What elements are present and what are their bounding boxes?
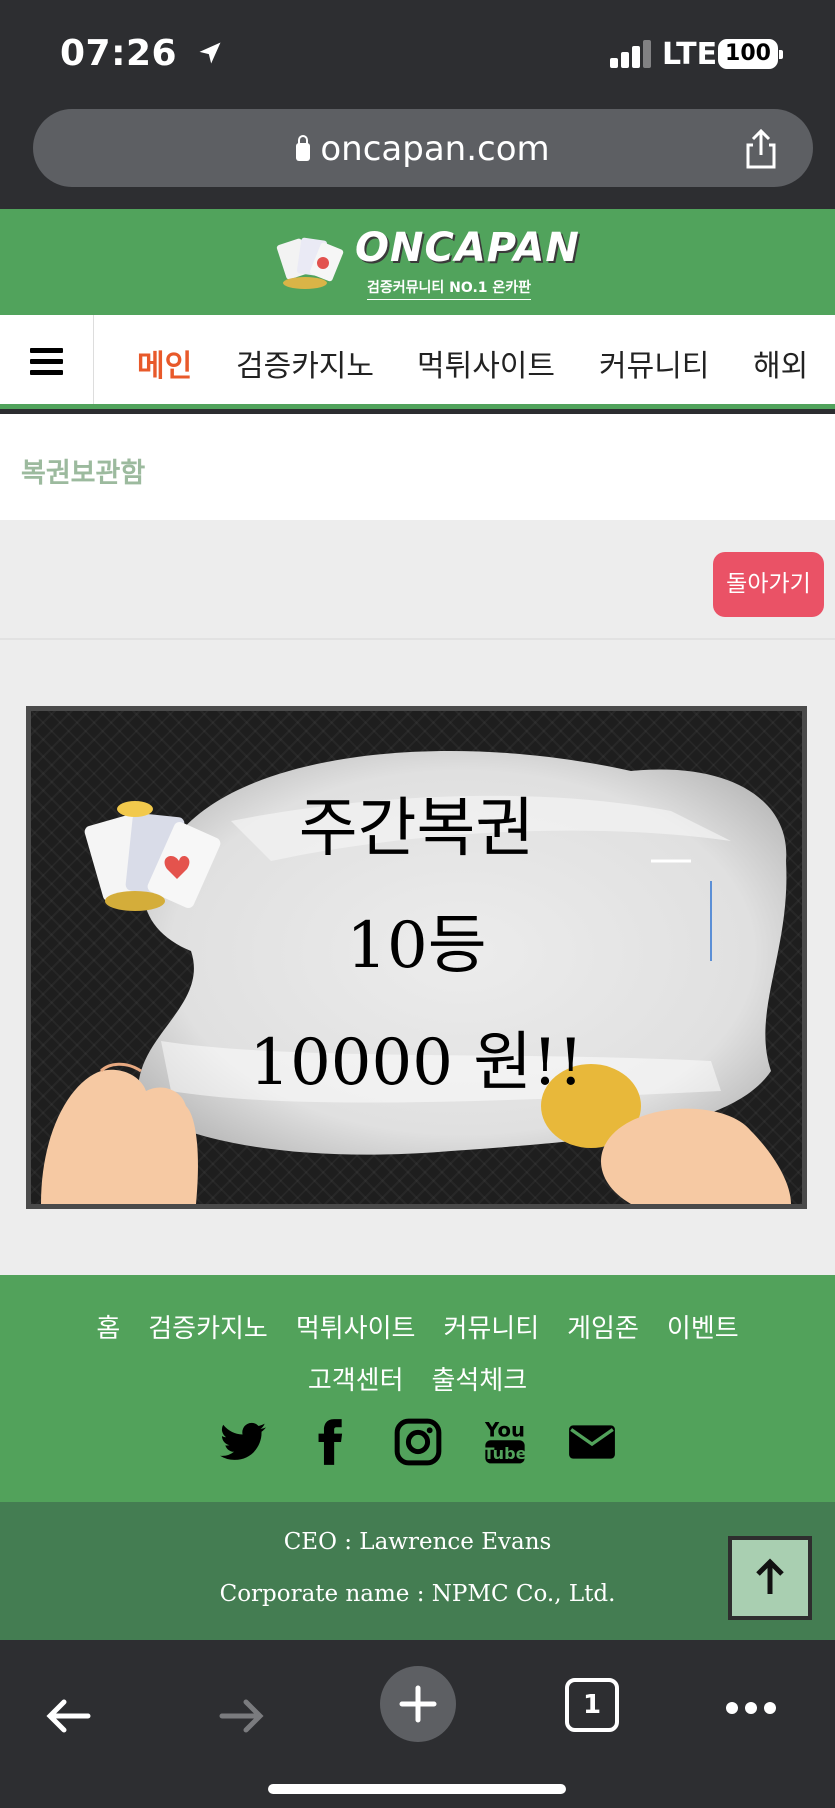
footer-links-row1: 홈 검증카지노 먹튀사이트 커뮤니티 게임존 이벤트 (0, 1303, 835, 1355)
nav-item-verified-casino[interactable]: 검증카지노 (236, 341, 374, 385)
footer-link-scam-sites[interactable]: 먹튀사이트 (296, 1314, 416, 1344)
menu-icon[interactable] (0, 315, 94, 404)
forward-arrow-icon[interactable] (214, 1688, 270, 1744)
footer-link-events[interactable]: 이벤트 (667, 1314, 739, 1344)
nav-item-main[interactable]: 메인 (137, 341, 192, 385)
social-links: You Tube (0, 1417, 835, 1467)
browser-toolbar: 1 (0, 1640, 835, 1808)
share-icon[interactable] (739, 127, 783, 171)
mail-icon[interactable] (567, 1417, 617, 1467)
url-text: oncapan.com (320, 129, 550, 169)
footer-company-info: CEO : Lawrence Evans Corporate name : NP… (0, 1502, 835, 1640)
page-title-bar: 복권보관함 (0, 414, 835, 520)
footer-link-home[interactable]: 홈 (96, 1314, 120, 1344)
footer-links: 홈 검증카지노 먹튀사이트 커뮤니티 게임존 이벤트 고객센터 출석체크 (0, 1303, 835, 1407)
footer-links-area: 홈 검증카지노 먹튀사이트 커뮤니티 게임존 이벤트 고객센터 출석체크 You Tube (0, 1275, 835, 1502)
banner-line-title: 주간복권 (298, 792, 535, 866)
cards-logo-icon (276, 237, 344, 289)
arrow-up-icon (756, 1558, 784, 1594)
address-bar-area: oncapan.com (0, 105, 835, 209)
corporate-name-text: Corporate name : NPMC Co., Ltd. (219, 1581, 616, 1607)
address-bar[interactable]: oncapan.com (33, 109, 813, 187)
site-logo[interactable]: ONCAPAN 검증커뮤니티 NO.1 온카판 (275, 225, 579, 301)
instagram-icon[interactable] (393, 1417, 443, 1467)
status-time: 07:26 (60, 33, 224, 74)
more-icon[interactable] (724, 1700, 778, 1716)
logo-text: ONCAPAN (355, 225, 580, 271)
signal-icon (610, 38, 651, 68)
back-button[interactable]: 돌아가기 (713, 552, 824, 617)
footer-link-verified-casino[interactable]: 검증카지노 (148, 1314, 268, 1344)
nav-item-scam-sites[interactable]: 먹튀사이트 (417, 341, 555, 385)
nav-item-community[interactable]: 커뮤니티 (599, 341, 709, 385)
ticket-panel: 주간복권 10등 10000 원!! (0, 638, 835, 1275)
new-tab-icon[interactable] (378, 1664, 458, 1744)
status-bar: 07:26 LTE 100 (0, 0, 835, 105)
lottery-banner: 주간복권 10등 10000 원!! (26, 706, 807, 1209)
site-header: ONCAPAN 검증커뮤니티 NO.1 온카판 (0, 209, 835, 315)
footer-link-support[interactable]: 고객센터 (308, 1366, 404, 1396)
lock-icon (296, 135, 311, 161)
battery-icon: 100 (718, 39, 783, 69)
youtube-icon[interactable]: You Tube (480, 1417, 530, 1467)
svg-text:You: You (484, 1419, 525, 1442)
ceo-text: CEO : Lawrence Evans (283, 1529, 552, 1555)
tabs-count-button[interactable]: 1 (565, 1678, 619, 1732)
banner-line-rank: 10등 (346, 909, 487, 983)
scroll-top-button[interactable] (728, 1536, 812, 1620)
home-indicator (268, 1784, 566, 1794)
footer-link-attendance[interactable]: 출석체크 (432, 1366, 528, 1396)
main-content: 돌아가기 주간복권 10등 10000 원!! (0, 520, 835, 1275)
network-type: LTE (662, 37, 718, 72)
url-display: oncapan.com (33, 129, 813, 169)
time-text: 07:26 (60, 33, 178, 74)
location-arrow-icon (199, 42, 221, 64)
page-title: 복권보관함 (21, 458, 146, 489)
footer-link-game-zone[interactable]: 게임존 (567, 1314, 639, 1344)
logo-subtitle: 검증커뮤니티 NO.1 온카판 (367, 277, 532, 300)
svg-text:Tube: Tube (483, 1444, 526, 1463)
nav-item-overseas[interactable]: 해외 (753, 341, 813, 385)
banner-line-prize: 10000 원!! (249, 1026, 584, 1100)
footer-links-row2: 고객센터 출석체크 (0, 1355, 835, 1407)
facebook-icon[interactable] (305, 1417, 355, 1467)
twitter-icon[interactable] (218, 1417, 268, 1467)
main-nav: 메인 검증카지노 먹튀사이트 커뮤니티 해외 (0, 315, 835, 409)
footer-link-community[interactable]: 커뮤니티 (443, 1314, 539, 1344)
back-arrow-icon[interactable] (40, 1688, 96, 1744)
